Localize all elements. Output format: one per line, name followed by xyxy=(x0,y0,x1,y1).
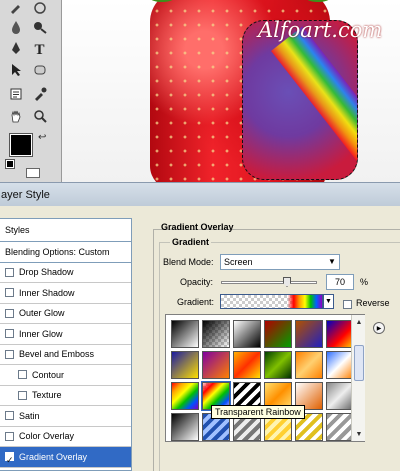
style-label: Gradient Overlay xyxy=(19,451,88,462)
style-label: Outer Glow xyxy=(19,308,65,319)
blend-mode-value: Screen xyxy=(224,257,253,267)
style-label: Color Overlay xyxy=(19,431,75,442)
style-checkbox[interactable] xyxy=(5,329,14,339)
scroll-down-icon[interactable]: ▼ xyxy=(352,427,366,441)
dialog-title: ayer Style xyxy=(1,189,50,201)
opacity-input[interactable]: 70 xyxy=(326,274,354,290)
gradient-swatch[interactable] xyxy=(171,413,199,441)
svg-text:T: T xyxy=(35,42,45,55)
gradient-swatch[interactable] xyxy=(171,320,199,348)
style-row-contour[interactable]: Contour xyxy=(0,365,131,386)
blend-mode-select[interactable]: Screen ▼ xyxy=(220,254,340,270)
blending-options-row[interactable]: Blending Options: Custom xyxy=(0,242,131,263)
text-icon[interactable]: T xyxy=(32,40,48,56)
gradient-swatch[interactable] xyxy=(202,351,230,379)
healing-brush-icon[interactable] xyxy=(8,0,24,16)
style-label: Inner Shadow xyxy=(19,287,75,298)
picker-scrollbar[interactable]: ▲ ▼ xyxy=(351,315,365,441)
gradient-picker: ▲ ▼ xyxy=(165,314,365,442)
scroll-up-icon[interactable]: ▲ xyxy=(352,315,366,329)
watermark: Alfoart.com xyxy=(258,18,383,42)
style-label: Drop Shadow xyxy=(19,267,74,278)
burn-icon[interactable] xyxy=(32,19,48,35)
toolbox: T ↩ xyxy=(0,0,62,182)
gradient-swatch[interactable] xyxy=(326,382,354,410)
style-label: Contour xyxy=(32,369,65,380)
gradient-swatch[interactable] xyxy=(233,351,261,379)
foreground-color-swatch[interactable] xyxy=(10,134,32,156)
style-label: Inner Glow xyxy=(19,328,63,339)
gradient-swatch[interactable] xyxy=(295,320,323,348)
picker-menu-arrow-icon[interactable]: ▶ xyxy=(373,322,385,334)
document-canvas[interactable]: Alfoart.com xyxy=(62,0,400,182)
pen-icon[interactable] xyxy=(8,40,24,56)
gradient-swatch-grid xyxy=(171,320,354,441)
gradient-swatch[interactable] xyxy=(171,351,199,379)
gradient-swatch[interactable] xyxy=(264,320,292,348)
style-checkbox[interactable] xyxy=(18,390,27,400)
chevron-down-icon: ▼ xyxy=(328,257,336,266)
style-row-inner-shadow[interactable]: Inner Shadow xyxy=(0,283,131,304)
style-checkbox[interactable] xyxy=(5,267,14,277)
style-checkbox[interactable] xyxy=(5,288,14,298)
path-select-icon[interactable] xyxy=(8,62,24,78)
history-brush-icon[interactable] xyxy=(32,0,48,16)
shape-icon[interactable] xyxy=(32,62,48,78)
opacity-label: Opacity: xyxy=(180,277,214,287)
gradient-swatch[interactable] xyxy=(326,413,354,441)
style-row-inner-glow[interactable]: Inner Glow xyxy=(0,324,131,345)
gradient-swatch[interactable] xyxy=(326,351,354,379)
gradient-tooltip: Transparent Rainbow xyxy=(211,405,305,419)
blur-drop-icon[interactable] xyxy=(8,19,24,35)
group-title: Gradient xyxy=(170,237,212,247)
gradient-swatch[interactable] xyxy=(264,351,292,379)
gradient-swatch[interactable] xyxy=(233,320,261,348)
reverse-checkbox[interactable] xyxy=(343,300,352,309)
section-title: Gradient Overlay xyxy=(161,222,234,232)
style-label: Texture xyxy=(32,390,62,401)
style-row-outer-glow[interactable]: Outer Glow xyxy=(0,304,131,324)
layer-style-dialog: Styles Blending Options: Custom Drop Sha… xyxy=(0,206,400,471)
gradient-swatch[interactable] xyxy=(295,351,323,379)
style-checkbox[interactable] xyxy=(5,411,14,421)
gradient-preview[interactable] xyxy=(220,294,323,309)
quick-mask-icon[interactable] xyxy=(26,168,40,178)
gradient-dropdown-button[interactable]: ▼ xyxy=(323,294,334,309)
selection-marquee xyxy=(242,20,358,180)
hand-icon[interactable] xyxy=(8,108,24,124)
zoom-icon[interactable] xyxy=(32,108,48,124)
dialog-title-bar: ayer Style xyxy=(0,182,400,206)
opacity-slider-track[interactable] xyxy=(221,281,317,284)
blend-mode-label: Blend Mode: xyxy=(163,257,214,267)
gradient-label: Gradient: xyxy=(177,297,215,307)
rainbow-preview-stripe xyxy=(288,295,322,308)
style-checkbox[interactable] xyxy=(5,450,14,470)
style-checkbox[interactable] xyxy=(5,308,14,318)
styles-list: Styles Blending Options: Custom Drop Sha… xyxy=(0,218,132,471)
style-label: Bevel and Emboss xyxy=(19,349,95,360)
opacity-unit: % xyxy=(360,277,369,287)
swap-colors-icon[interactable]: ↩ xyxy=(38,132,46,143)
style-row-gradient-overlay[interactable]: Gradient Overlay xyxy=(0,447,131,470)
style-row-drop-shadow[interactable]: Drop Shadow xyxy=(0,263,131,283)
style-row-bevel-and-emboss[interactable]: Bevel and Emboss xyxy=(0,345,131,365)
style-label: Satin xyxy=(19,410,40,421)
gradient-swatch[interactable] xyxy=(202,320,230,348)
styles-header[interactable]: Styles xyxy=(0,219,131,242)
style-row-color-overlay[interactable]: Color Overlay xyxy=(0,427,131,447)
style-checkbox[interactable] xyxy=(5,431,14,441)
notes-icon[interactable] xyxy=(8,86,24,102)
rainbow-overlay xyxy=(271,26,357,179)
style-row-texture[interactable]: Texture xyxy=(0,386,131,406)
eyedropper-icon[interactable] xyxy=(32,86,48,102)
style-checkbox[interactable] xyxy=(18,370,27,380)
style-checkbox[interactable] xyxy=(5,349,14,359)
style-row-satin[interactable]: Satin xyxy=(0,406,131,427)
reverse-label: Reverse xyxy=(356,298,390,308)
scroll-thumb[interactable] xyxy=(354,345,364,381)
default-colors-icon[interactable] xyxy=(6,160,14,168)
gradient-swatch[interactable] xyxy=(326,320,354,348)
gradient-swatch[interactable] xyxy=(171,382,199,410)
